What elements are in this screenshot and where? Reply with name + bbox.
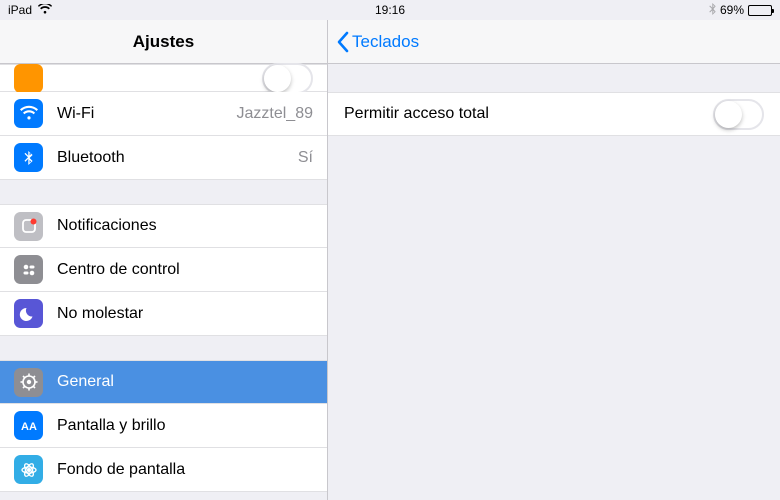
notifications-icon: [14, 212, 43, 241]
clock: 19:16: [375, 3, 405, 17]
sidebar-item-display[interactable]: AA Pantalla y brillo: [0, 404, 327, 448]
wifi-icon: [38, 3, 52, 17]
chevron-left-icon: [336, 31, 350, 53]
general-label: General: [57, 373, 313, 391]
dnd-label: No molestar: [57, 305, 313, 323]
bluetooth-value: Sí: [298, 149, 313, 167]
sidebar-group-connectivity: Wi-Fi Jazztel_89 Bluetooth Sí: [0, 64, 327, 180]
airplane-toggle[interactable]: [262, 63, 313, 94]
display-label: Pantalla y brillo: [57, 417, 313, 435]
sidebar-title: Ajustes: [133, 32, 194, 52]
moon-icon: [14, 299, 43, 328]
airplane-icon: [14, 64, 43, 93]
notifications-label: Notificaciones: [57, 217, 313, 235]
back-button[interactable]: Teclados: [336, 31, 419, 53]
sidebar-item-general[interactable]: General: [0, 360, 327, 404]
sidebar-item-wifi[interactable]: Wi-Fi Jazztel_89: [0, 92, 327, 136]
wifi-settings-icon: [14, 99, 43, 128]
wifi-value: Jazztel_89: [237, 105, 314, 123]
controlcenter-icon: [14, 255, 43, 284]
sidebar-item-airplane[interactable]: [0, 64, 327, 92]
allow-full-access-label: Permitir acceso total: [344, 105, 713, 123]
wallpaper-icon: [14, 455, 43, 484]
sidebar-header: Ajustes: [0, 20, 327, 64]
battery-percent: 69%: [720, 3, 744, 17]
sidebar-item-notifications[interactable]: Notificaciones: [0, 204, 327, 248]
device-name: iPad: [8, 3, 32, 17]
controlcenter-label: Centro de control: [57, 261, 313, 279]
status-bar: iPad 19:16 69%: [0, 0, 780, 20]
detail-pane: Teclados Permitir acceso total: [328, 20, 780, 500]
detail-header: Teclados: [328, 20, 780, 64]
display-icon: AA: [14, 411, 43, 440]
sidebar-item-controlcenter[interactable]: Centro de control: [0, 248, 327, 292]
bluetooth-settings-icon: [14, 143, 43, 172]
sidebar-group-general: General AA Pantalla y brillo Fondo de pa…: [0, 360, 327, 492]
allow-full-access-toggle[interactable]: [713, 99, 764, 130]
back-label: Teclados: [352, 32, 419, 52]
svg-text:AA: AA: [21, 421, 37, 433]
battery-icon: [748, 5, 772, 16]
wallpaper-label: Fondo de pantalla: [57, 461, 313, 479]
bluetooth-label: Bluetooth: [57, 149, 298, 167]
gear-icon: [14, 368, 43, 397]
wifi-label: Wi-Fi: [57, 105, 237, 123]
sidebar-item-wallpaper[interactable]: Fondo de pantalla: [0, 448, 327, 492]
bluetooth-icon: [709, 3, 716, 18]
allow-full-access-row[interactable]: Permitir acceso total: [328, 92, 780, 136]
sidebar-group-notifications: Notificaciones Centro de control No mole…: [0, 204, 327, 336]
sidebar-item-dnd[interactable]: No molestar: [0, 292, 327, 336]
settings-sidebar: Ajustes Wi-Fi Jazztel_89: [0, 20, 328, 500]
sidebar-item-bluetooth[interactable]: Bluetooth Sí: [0, 136, 327, 180]
